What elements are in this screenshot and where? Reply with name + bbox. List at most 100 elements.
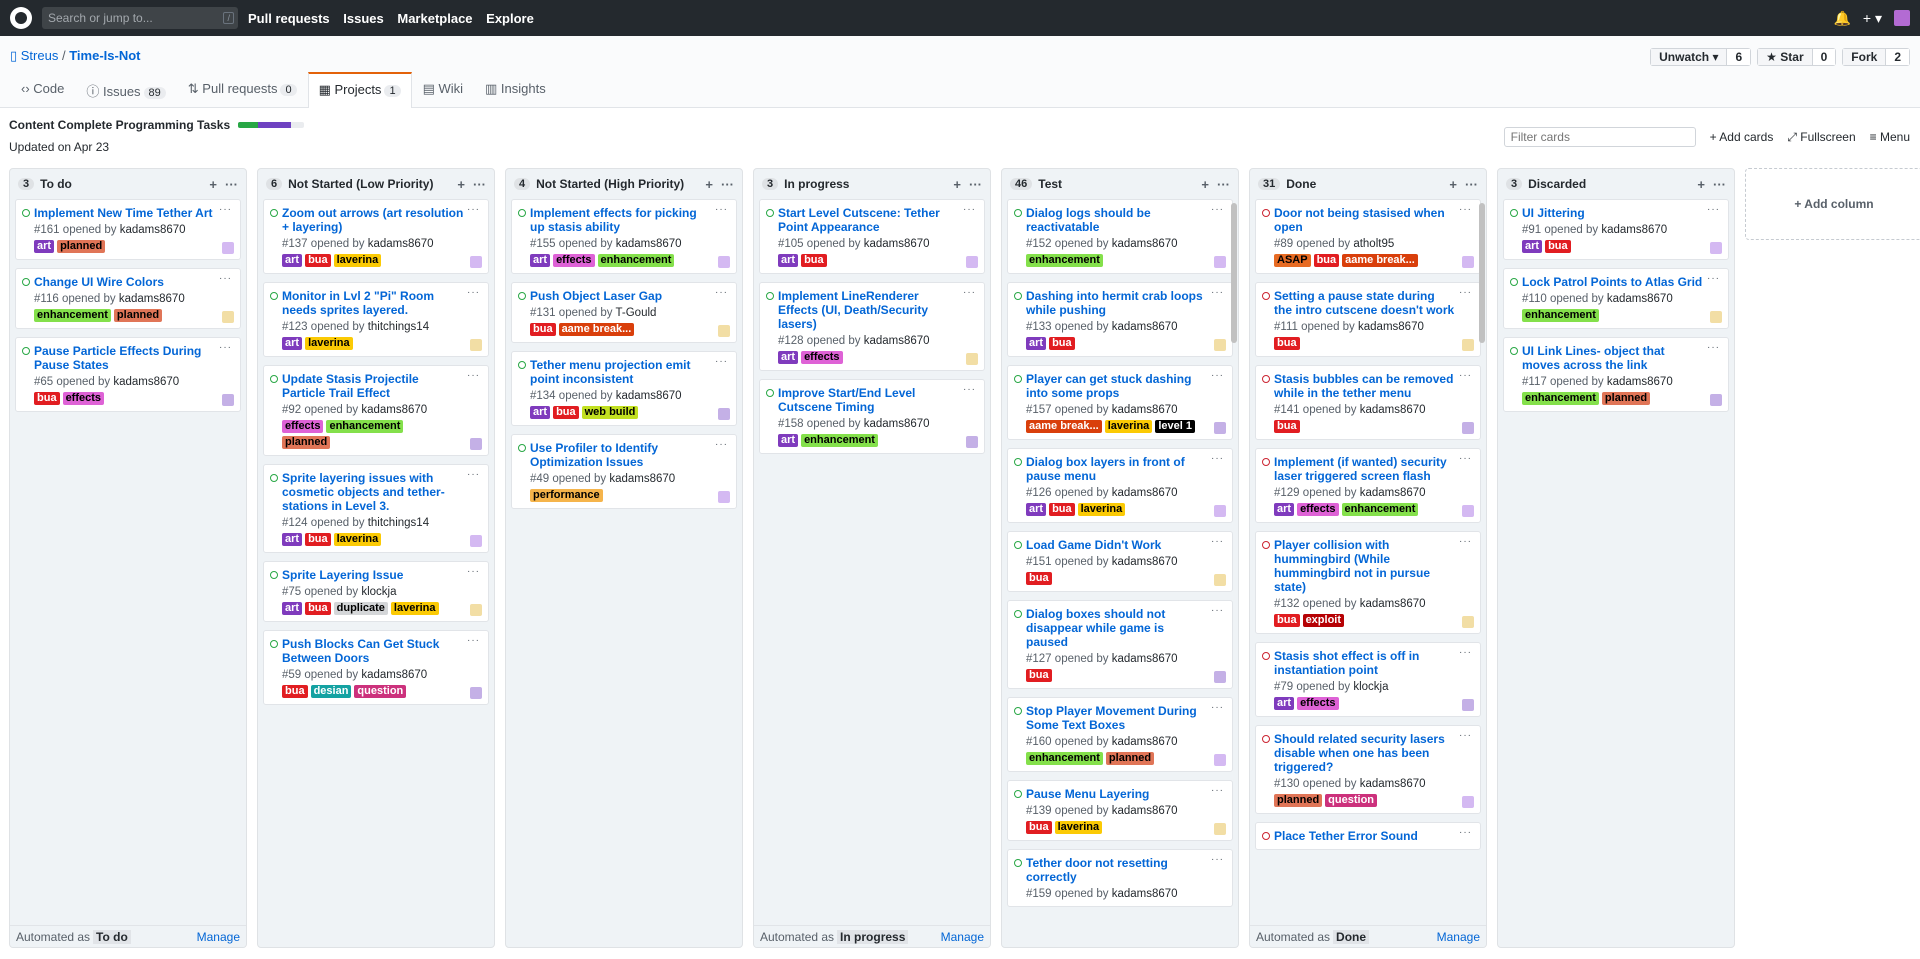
label-effects[interactable]: effects (553, 254, 595, 267)
issue-title-link[interactable]: Dialog box layers in front of pause menu (1026, 455, 1208, 483)
assignee-avatar[interactable] (1710, 311, 1722, 323)
assignee-avatar[interactable] (1214, 505, 1226, 517)
issue-author[interactable]: kadams8670 (1112, 805, 1178, 817)
issue-author[interactable]: kadams8670 (361, 404, 427, 416)
issue-card[interactable]: ··· Use Profiler to Identify Optimization… (511, 434, 737, 509)
card-menu-icon[interactable]: ··· (963, 384, 976, 395)
card-menu-icon[interactable]: ··· (1707, 204, 1720, 215)
issue-author[interactable]: kadams8670 (864, 335, 930, 347)
add-card-icon[interactable]: + (1697, 177, 1705, 192)
issue-card[interactable]: ··· Sprite Layering Issue #75 opened by kl… (263, 561, 489, 622)
issue-author[interactable]: kadams8670 (616, 238, 682, 250)
issue-title-link[interactable]: Pause Menu Layering (1026, 787, 1208, 801)
assignee-avatar[interactable] (1462, 616, 1474, 628)
tab-code[interactable]: ‹› Code (10, 72, 75, 108)
issue-title-link[interactable]: Dashing into hermit crab loops while pus… (1026, 289, 1208, 317)
label-art[interactable]: art (530, 406, 551, 419)
label-planned[interactable]: planned (1601, 392, 1651, 405)
fullscreen-button[interactable]: ⤢ Fullscreen (1787, 130, 1855, 145)
issue-title-link[interactable]: Sprite layering issues with cosmetic obj… (282, 471, 464, 513)
label-bug[interactable]: bua (1026, 821, 1052, 834)
issue-card[interactable]: ··· Dialog box layers in front of pause m… (1007, 448, 1233, 523)
assignee-avatar[interactable] (470, 339, 482, 351)
card-menu-icon[interactable]: ··· (963, 287, 976, 298)
card-menu-icon[interactable]: ··· (1211, 536, 1224, 547)
issue-title-link[interactable]: Monitor in Lvl 2 "Pi" Room needs sprites… (282, 289, 464, 317)
issue-author[interactable]: atholt95 (1353, 238, 1394, 250)
issue-title-link[interactable]: Implement New Time Tether Art (34, 206, 216, 220)
card-menu-icon[interactable]: ··· (715, 287, 728, 298)
card-menu-icon[interactable]: ··· (1459, 536, 1472, 547)
assignee-avatar[interactable] (1710, 242, 1722, 254)
issue-title-link[interactable]: Implement effects for picking up stasis … (530, 206, 712, 234)
issue-author[interactable]: kadams8670 (1358, 321, 1424, 333)
label-asap[interactable]: ASAP (1274, 254, 1311, 267)
issue-card[interactable]: ··· Should related security lasers disabl… (1255, 725, 1481, 814)
card-menu-icon[interactable]: ··· (467, 370, 480, 381)
label-planned[interactable]: planned (113, 309, 163, 322)
manage-automation-link[interactable]: Manage (197, 930, 240, 944)
issue-card[interactable]: ··· UI Link Lines- object that moves acro… (1503, 337, 1729, 412)
assignee-avatar[interactable] (1462, 339, 1474, 351)
issue-title-link[interactable]: Player collision with hummingbird (While… (1274, 538, 1456, 594)
label-art[interactable]: art (1522, 240, 1543, 253)
star-button[interactable]: ★ Star 0 (1757, 48, 1837, 66)
card-menu-icon[interactable]: ··· (963, 204, 976, 215)
label-art[interactable]: art (778, 254, 799, 267)
tab-projects[interactable]: ▦ Projects 1 (307, 72, 412, 108)
tab-pull-requests[interactable]: ⇅ Pull requests 0 (177, 72, 308, 108)
label-layering[interactable]: laverina (333, 254, 382, 267)
label-effects[interactable]: effects (62, 392, 105, 405)
issue-author[interactable]: kadams8670 (864, 238, 930, 250)
label-bug[interactable]: bua (1274, 420, 1300, 433)
card-menu-icon[interactable]: ··· (467, 635, 480, 646)
label-enhancement[interactable]: enhancement (34, 309, 111, 322)
issue-card[interactable]: ··· Implement New Time Tether Art #161 ope… (15, 199, 241, 260)
issue-title-link[interactable]: Zoom out arrows (art resolution + layeri… (282, 206, 464, 234)
issue-card[interactable]: ··· Dialog boxes should not disappear whi… (1007, 600, 1233, 689)
card-menu-icon[interactable]: ··· (1211, 785, 1224, 796)
card-menu-icon[interactable]: ··· (715, 439, 728, 450)
issue-card[interactable]: ··· Monitor in Lvl 2 "Pi" Room needs spri… (263, 282, 489, 357)
star-count[interactable]: 0 (1811, 49, 1836, 65)
label-enhancement[interactable]: enhancement (1026, 752, 1103, 765)
issue-author[interactable]: kadams8670 (1601, 224, 1667, 236)
column-menu-icon[interactable]: ··· (473, 177, 486, 192)
issue-title-link[interactable]: Update Stasis Projectile Particle Trail … (282, 372, 464, 400)
issue-card[interactable]: ··· Push Object Laser Gap #131 opened by T… (511, 282, 737, 343)
issue-card[interactable]: ··· Load Game Didn't Work #151 opened by k… (1007, 531, 1233, 592)
label-level1[interactable]: level 1 (1155, 420, 1195, 433)
label-enhancement[interactable]: enhancement (1341, 503, 1419, 516)
label-planned[interactable]: planned (1274, 794, 1323, 807)
column-scrollbar[interactable] (1479, 203, 1485, 343)
card-menu-icon[interactable]: ··· (1707, 342, 1720, 353)
label-bug[interactable]: bua (1026, 669, 1052, 682)
add-card-icon[interactable]: + (457, 177, 465, 192)
issue-author[interactable]: kadams8670 (368, 238, 434, 250)
label-bug[interactable]: bua (1313, 254, 1340, 267)
issue-author[interactable]: kadams8670 (1360, 487, 1426, 499)
label-gamebreak[interactable]: aame break... (558, 323, 635, 336)
label-bug[interactable]: bua (305, 254, 331, 267)
issue-title-link[interactable]: UI Link Lines- object that moves across … (1522, 344, 1704, 372)
card-menu-icon[interactable]: ··· (1211, 702, 1224, 713)
label-bug[interactable]: bua (1049, 337, 1075, 350)
card-menu-icon[interactable]: ··· (715, 204, 728, 215)
issue-author[interactable]: kadams8670 (1112, 556, 1178, 568)
issue-title-link[interactable]: Load Game Didn't Work (1026, 538, 1208, 552)
label-art[interactable]: art (1274, 503, 1295, 516)
label-bug[interactable]: bua (553, 406, 579, 419)
issue-card[interactable]: ··· UI Jittering #91 opened by kadams8670 a… (1503, 199, 1729, 260)
issue-title-link[interactable]: Stasis shot effect is off in instantiati… (1274, 649, 1456, 677)
issue-title-link[interactable]: Improve Start/End Level Cutscene Timing (778, 386, 960, 414)
label-layering[interactable]: laverina (333, 533, 382, 546)
card-menu-icon[interactable]: ··· (467, 204, 480, 215)
issue-card[interactable]: ··· Setting a pause state during the intr… (1255, 282, 1481, 357)
avatar[interactable] (1894, 10, 1910, 26)
issue-author[interactable]: kadams8670 (1112, 404, 1178, 416)
label-art[interactable]: art (1026, 503, 1047, 516)
label-art[interactable]: art (282, 602, 303, 615)
issue-author[interactable]: klockja (361, 586, 396, 598)
label-effects[interactable]: effects (1297, 697, 1339, 710)
issue-card[interactable]: ··· Push Blocks Can Get Stuck Between Doo… (263, 630, 489, 705)
